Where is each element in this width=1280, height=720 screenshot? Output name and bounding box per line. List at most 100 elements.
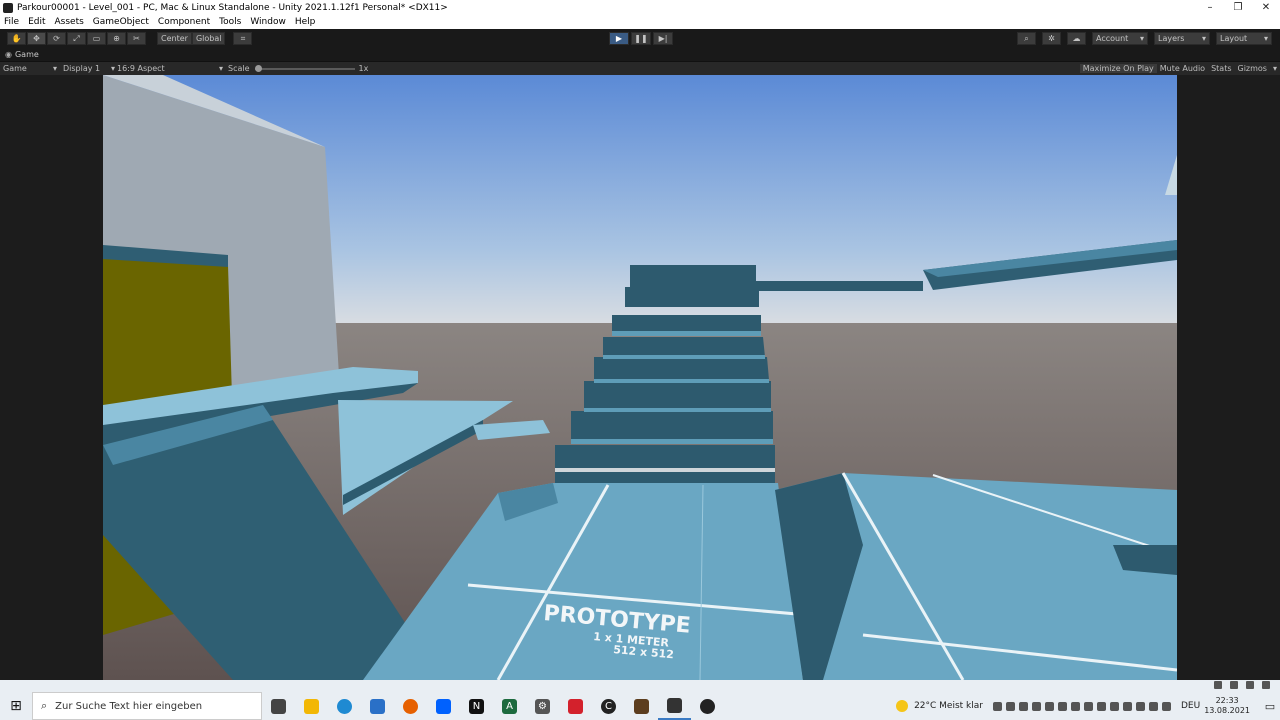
taskbar-search-placeholder: Zur Suche Text hier eingeben [55, 700, 203, 712]
blender-icon[interactable] [625, 692, 658, 720]
hand-tool-icon[interactable]: ✋ [7, 32, 26, 45]
rotate-tool-icon[interactable]: ⟳ [47, 32, 66, 45]
play-button[interactable]: ▶ [609, 32, 629, 45]
menu-bar: File Edit Assets GameObject Component To… [0, 15, 1280, 29]
settings-icon[interactable]: ⚙ [526, 692, 559, 720]
acrobat-icon[interactable] [559, 692, 592, 720]
task-view-icon[interactable] [262, 692, 295, 720]
tray-icon-13[interactable] [1148, 701, 1158, 711]
tab-game[interactable]: ◉ Game [0, 50, 39, 59]
scene-render: PROTOTYPE 1 x 1 METER 512 x 512 [103, 75, 1177, 680]
move-tool-icon[interactable]: ✥ [27, 32, 46, 45]
minimize-button[interactable]: – [1196, 2, 1224, 13]
tray-icon-1[interactable] [992, 701, 1002, 711]
pivot-center-button[interactable]: Center [157, 32, 192, 45]
tray-icon-3[interactable] [1018, 701, 1028, 711]
pause-button[interactable]: ❚❚ [631, 32, 651, 45]
scale-control: Scale 1x [228, 64, 368, 73]
tray-icon-14[interactable] [1161, 701, 1171, 711]
weather-widget[interactable]: 22°C Meist klar [896, 700, 983, 712]
tray-icon-12[interactable] [1135, 701, 1145, 711]
taskbar-search[interactable]: ⌕ Zur Suche Text hier eingeben [32, 692, 262, 720]
game-view-select[interactable]: Game ▾ [0, 64, 60, 73]
cloud-icon[interactable]: ☁ [1067, 32, 1086, 45]
game-viewport[interactable]: PROTOTYPE 1 x 1 METER 512 x 512 [103, 75, 1177, 680]
maximize-button[interactable]: ❐ [1224, 2, 1252, 13]
system-tray: 22°C Meist klar DEU 22:33 13.08.2021 ▭ [896, 696, 1280, 716]
menu-file[interactable]: File [4, 17, 19, 27]
clock[interactable]: 22:33 13.08.2021 [1204, 696, 1250, 716]
unity-icon[interactable] [658, 692, 691, 720]
toolbar-right: ⌕ ✲ ☁ Account ▾ Layers ▾ Layout ▾ [1011, 32, 1272, 45]
file-explorer-icon[interactable] [295, 692, 328, 720]
custom-tool-icon[interactable]: ✂ [127, 32, 146, 45]
tray-icon-7[interactable] [1070, 701, 1080, 711]
mute-audio-toggle[interactable]: Mute Audio [1157, 64, 1208, 73]
play-controls: ▶ ❚❚ ▶| [609, 32, 675, 45]
app-c-icon[interactable]: C [592, 692, 625, 720]
tray-icon-9[interactable] [1096, 701, 1106, 711]
app-a-icon[interactable]: A [493, 692, 526, 720]
tray-overflow-icon-1[interactable] [1214, 681, 1222, 689]
grid-snap-icon[interactable]: ⌗ [233, 32, 253, 45]
scale-slider[interactable] [254, 64, 355, 72]
tray-icon-11[interactable] [1122, 701, 1132, 711]
tray-overflow-icon-3[interactable] [1246, 681, 1254, 689]
menu-tools[interactable]: Tools [219, 17, 241, 27]
game-toolbar: Game ▾ Display 1 ▾ 16:9 Aspect ▾ Scale 1x M… [0, 62, 1280, 75]
title-bar: Parkour00001 - Level_001 - PC, Mac & Lin… [0, 0, 1280, 15]
tray-icon-8[interactable] [1083, 701, 1093, 711]
dropbox-icon[interactable] [427, 692, 460, 720]
window-title: Parkour00001 - Level_001 - PC, Mac & Lin… [17, 2, 448, 13]
edge-icon[interactable] [328, 692, 361, 720]
layout-dropdown[interactable]: Layout ▾ [1216, 32, 1272, 45]
menu-gameobject[interactable]: GameObject [93, 17, 149, 27]
close-button[interactable]: ✕ [1252, 2, 1280, 13]
tray-icon-5[interactable] [1044, 701, 1054, 711]
notification-icon[interactable]: ▭ [1260, 700, 1280, 713]
firefox-icon[interactable] [394, 692, 427, 720]
search-icon: ⌕ [41, 699, 48, 712]
search-icon[interactable]: ⌕ [1017, 32, 1036, 45]
stats-toggle[interactable]: Stats [1208, 64, 1234, 73]
tray-overflow-strip [0, 680, 1280, 692]
windows-taskbar: ⊞ ⌕ Zur Suche Text hier eingeben N A ⚙ C… [0, 692, 1280, 720]
account-dropdown[interactable]: Account ▾ [1092, 32, 1148, 45]
scale-tool-icon[interactable]: ⤢ [67, 32, 86, 45]
transform-tool-icon[interactable]: ⊕ [107, 32, 126, 45]
aspect-select[interactable]: 16:9 Aspect ▾ [117, 64, 223, 73]
tray-icon-4[interactable] [1031, 701, 1041, 711]
scale-value: 1x [358, 64, 369, 73]
pivot-toggles: Center Global ⌗ [157, 32, 253, 45]
tray-icon-6[interactable] [1057, 701, 1067, 711]
tray-overflow-icon-2[interactable] [1230, 681, 1238, 689]
menu-window[interactable]: Window [250, 17, 286, 27]
display-select[interactable]: Display 1 ▾ [63, 64, 115, 73]
rect-tool-icon[interactable]: ▭ [87, 32, 106, 45]
tray-icon-10[interactable] [1109, 701, 1119, 711]
collab-icon[interactable]: ✲ [1042, 32, 1061, 45]
mail-icon[interactable] [361, 692, 394, 720]
maximize-on-play-toggle[interactable]: Maximize On Play [1079, 64, 1157, 73]
menu-assets[interactable]: Assets [55, 17, 84, 27]
notion-icon[interactable]: N [460, 692, 493, 720]
main-toolbar: ✋ ✥ ⟳ ⤢ ▭ ⊕ ✂ Center Global ⌗ ▶ ❚❚ ▶| ⌕ … [0, 29, 1280, 48]
scale-label: Scale [228, 64, 250, 73]
menu-edit[interactable]: Edit [28, 17, 45, 27]
gizmos-arrow-icon[interactable]: ▾ [1270, 64, 1280, 73]
tray-icon-2[interactable] [1005, 701, 1015, 711]
pivot-global-button[interactable]: Global [191, 32, 226, 45]
step-button[interactable]: ▶| [653, 32, 673, 45]
layers-dropdown[interactable]: Layers ▾ [1154, 32, 1210, 45]
game-eye-icon: ◉ [5, 50, 12, 59]
menu-help[interactable]: Help [295, 17, 316, 27]
obs-icon[interactable] [691, 692, 724, 720]
language-indicator[interactable]: DEU [1181, 701, 1200, 711]
windows-start-icon[interactable]: ⊞ [0, 698, 32, 714]
menu-component[interactable]: Component [158, 17, 210, 27]
scale-slider-knob[interactable] [254, 64, 262, 72]
gizmos-dropdown[interactable]: Gizmos [1235, 64, 1270, 73]
transform-tools: ✋ ✥ ⟳ ⤢ ▭ ⊕ ✂ [7, 32, 147, 45]
tray-overflow-icon-4[interactable] [1262, 681, 1270, 689]
game-view[interactable]: PROTOTYPE 1 x 1 METER 512 x 512 [0, 75, 1280, 680]
